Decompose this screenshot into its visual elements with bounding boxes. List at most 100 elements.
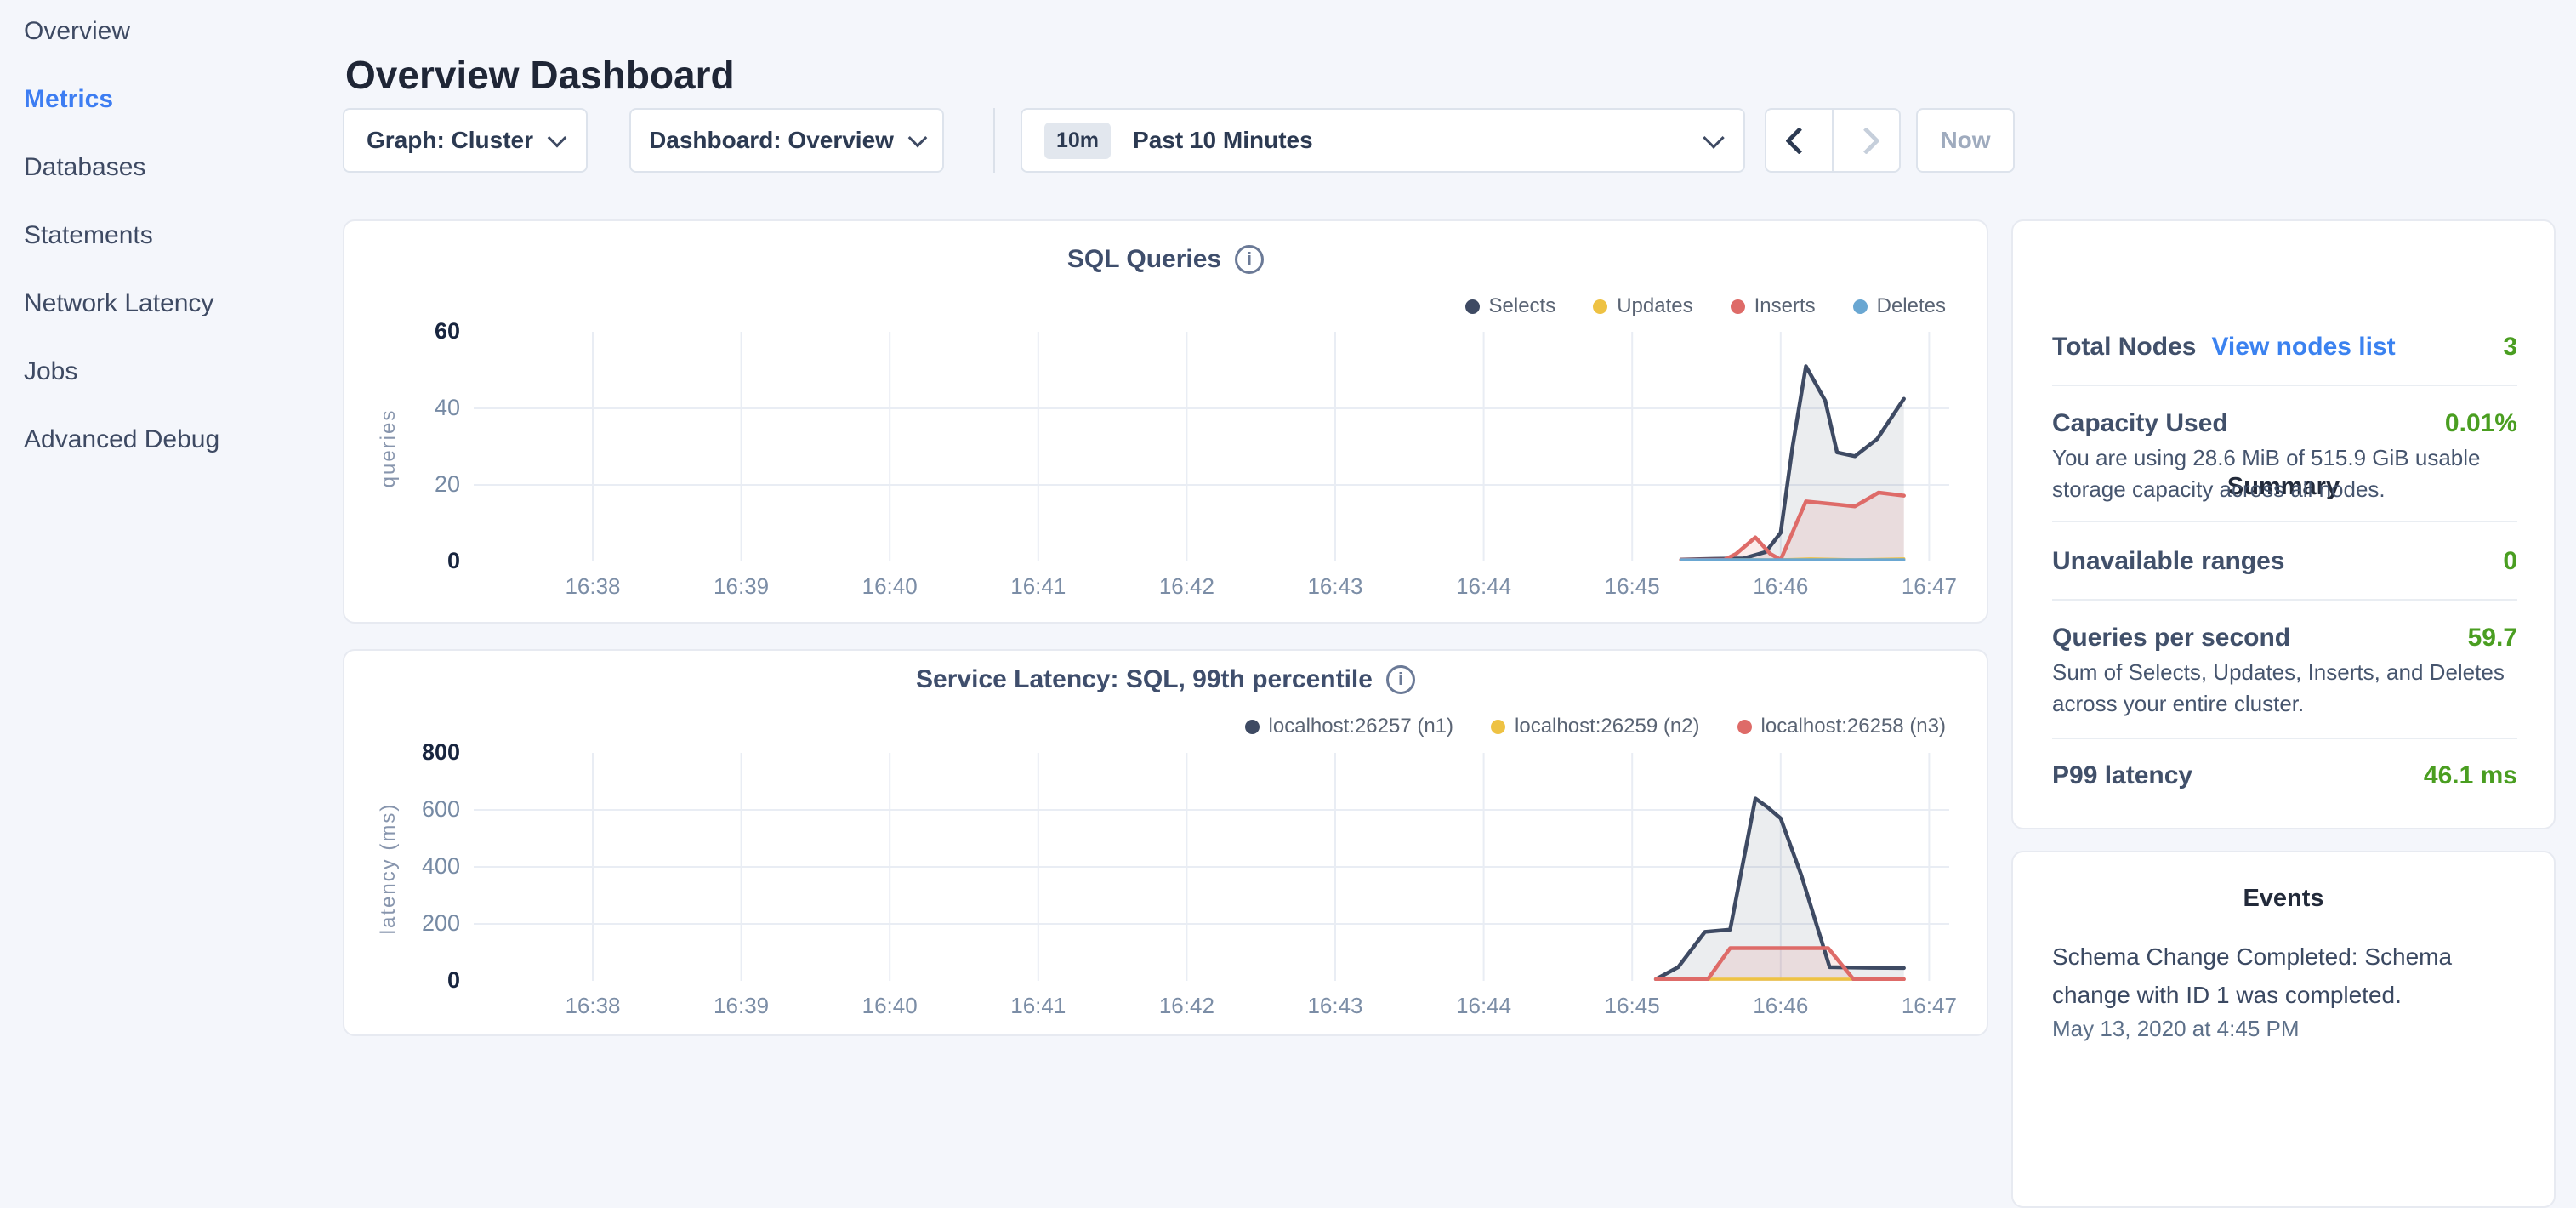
- info-icon[interactable]: i: [1235, 245, 1264, 274]
- x-axis-tick-label: 16:47: [1869, 993, 1988, 1019]
- plot-area[interactable]: [474, 753, 1949, 981]
- x-axis-tick-label: 16:43: [1276, 993, 1395, 1019]
- legend-dot: [1737, 720, 1752, 734]
- x-axis-tick-label: 16:46: [1721, 993, 1840, 1019]
- overview-dashboard-page: { "sidebar": { "items": [ {"label": "Ove…: [0, 0, 2576, 1051]
- now-button-label: Now: [1940, 127, 1990, 154]
- divider: [2052, 599, 2517, 601]
- chart-legend: localhost:26257 (n1)localhost:26259 (n2)…: [1245, 715, 1946, 738]
- unavailable-ranges-row: Unavailable ranges 0: [2052, 544, 2517, 578]
- legend-label: localhost:26259 (n2): [1515, 715, 1699, 738]
- legend-label: Inserts: [1754, 294, 1816, 318]
- total-nodes-value: 3: [2503, 333, 2517, 362]
- x-axis-tick-label: 16:39: [682, 573, 801, 600]
- page-title: Overview Dashboard: [345, 52, 735, 98]
- divider: [2052, 738, 2517, 739]
- x-axis-tick-label: 16:42: [1127, 573, 1246, 600]
- legend-label: localhost:26258 (n3): [1761, 715, 1946, 738]
- queries-per-second-description: Sum of Selects, Updates, Inserts, and De…: [2052, 657, 2520, 720]
- chevron-down-icon: [548, 128, 567, 148]
- capacity-used-label: Capacity Used: [2052, 409, 2228, 438]
- legend-dot: [1245, 720, 1260, 734]
- x-axis-tick-label: 16:38: [533, 993, 652, 1019]
- y-axis-tick-label: 0: [344, 967, 460, 994]
- x-axis-tick-label: 16:44: [1424, 573, 1544, 600]
- sql-queries-chart-panel: SQL Queries i Selects Updates Inserts Delet…: [343, 219, 1988, 624]
- chart-title-text: Service Latency: SQL, 99th percentile: [916, 665, 1373, 694]
- p99-latency-label: P99 latency: [2052, 761, 2192, 790]
- graph-dropdown[interactable]: Graph: Cluster: [343, 108, 588, 173]
- dashboard-dropdown-label: Dashboard: Overview: [649, 127, 894, 154]
- view-nodes-list-link[interactable]: View nodes list: [2211, 333, 2395, 362]
- x-axis-tick-label: 16:43: [1276, 573, 1395, 600]
- unavailable-ranges-value: 0: [2503, 547, 2517, 576]
- queries-per-second-value: 59.7: [2468, 624, 2517, 652]
- y-axis-tick-label: 800: [344, 739, 460, 766]
- events-panel: Events Schema Change Completed: Schema c…: [2011, 851, 2556, 1208]
- legend-entry: Deletes: [1853, 294, 1946, 318]
- x-axis-tick-label: 16:45: [1572, 993, 1692, 1019]
- sidebar-item-metrics[interactable]: Metrics: [0, 66, 336, 134]
- time-range-badge: 10m: [1044, 123, 1111, 159]
- chevron-right-icon: [1852, 127, 1880, 155]
- x-axis-tick-label: 16:41: [979, 993, 1098, 1019]
- y-axis-tick-label: 0: [344, 548, 460, 574]
- chart-title: SQL Queries i: [344, 245, 1987, 274]
- x-axis-tick-label: 16:44: [1424, 993, 1544, 1019]
- y-axis-tick-label: 400: [344, 853, 460, 880]
- x-axis-tick-label: 16:46: [1721, 573, 1840, 600]
- unavailable-ranges-label: Unavailable ranges: [2052, 547, 2284, 576]
- y-axis-tick-label: 60: [344, 318, 460, 345]
- chart-title-text: SQL Queries: [1067, 245, 1221, 274]
- sidebar-item-jobs[interactable]: Jobs: [0, 338, 336, 406]
- legend-label: Selects: [1489, 294, 1556, 318]
- legend-dot: [1465, 299, 1480, 314]
- legend-dot: [1593, 299, 1607, 314]
- controls-divider: [993, 108, 995, 173]
- divider: [2052, 521, 2517, 522]
- sidebar-nav: OverviewMetricsDatabasesStatementsNetwor…: [0, 0, 336, 474]
- legend-label: Updates: [1617, 294, 1692, 318]
- chevron-down-icon: [908, 128, 928, 148]
- sidebar-item-statements[interactable]: Statements: [0, 202, 336, 270]
- divider: [2052, 385, 2517, 386]
- p99-latency-row: P99 latency 46.1 ms: [2052, 759, 2517, 793]
- sidebar-item-network-latency[interactable]: Network Latency: [0, 270, 336, 338]
- y-axis-tick-label: 600: [344, 796, 460, 823]
- legend-entry: Selects: [1465, 294, 1556, 318]
- chart-title: Service Latency: SQL, 99th percentile i: [344, 665, 1987, 694]
- sidebar-item-databases[interactable]: Databases: [0, 134, 336, 202]
- x-axis-tick-label: 16:38: [533, 573, 652, 600]
- time-range-dropdown[interactable]: 10m Past 10 Minutes: [1021, 108, 1745, 173]
- legend-entry: Inserts: [1731, 294, 1816, 318]
- event-message[interactable]: Schema Change Completed: Schema change w…: [2052, 937, 2522, 1014]
- x-axis-tick-label: 16:47: [1869, 573, 1988, 600]
- plot-area[interactable]: [474, 332, 1949, 561]
- now-button[interactable]: Now: [1916, 108, 2015, 173]
- legend-entry: localhost:26259 (n2): [1491, 715, 1699, 738]
- summary-panel: Summary Total Nodes View nodes list 3 Ca…: [2011, 219, 2556, 829]
- legend-label: Deletes: [1877, 294, 1946, 318]
- legend-dot: [1491, 720, 1505, 734]
- next-time-button[interactable]: [1834, 110, 1899, 171]
- previous-time-button[interactable]: [1766, 110, 1834, 171]
- time-range-label: Past 10 Minutes: [1133, 127, 1313, 154]
- chevron-down-icon: [1703, 127, 1724, 148]
- x-axis-tick-label: 16:41: [979, 573, 1098, 600]
- queries-per-second-row: Queries per second 59.7: [2052, 621, 2517, 655]
- dashboard-dropdown[interactable]: Dashboard: Overview: [629, 108, 944, 173]
- graph-dropdown-label: Graph: Cluster: [367, 127, 533, 154]
- sidebar-item-overview[interactable]: Overview: [0, 0, 336, 66]
- x-axis-tick-label: 16:39: [682, 993, 801, 1019]
- x-axis-tick-label: 16:40: [830, 993, 949, 1019]
- sidebar-item-advanced-debug[interactable]: Advanced Debug: [0, 406, 336, 474]
- capacity-used-row: Capacity Used 0.01%: [2052, 407, 2517, 441]
- time-step-buttons: [1765, 108, 1901, 173]
- info-icon[interactable]: i: [1386, 665, 1415, 694]
- capacity-used-value: 0.01%: [2445, 409, 2517, 438]
- service-latency-chart-panel: Service Latency: SQL, 99th percentile i …: [343, 649, 1988, 1036]
- y-axis-tick-label: 200: [344, 910, 460, 937]
- event-timestamp: May 13, 2020 at 4:45 PM: [2052, 1016, 2522, 1042]
- y-axis-unit-label: queries: [377, 321, 401, 576]
- y-axis-tick-label: 40: [344, 395, 460, 421]
